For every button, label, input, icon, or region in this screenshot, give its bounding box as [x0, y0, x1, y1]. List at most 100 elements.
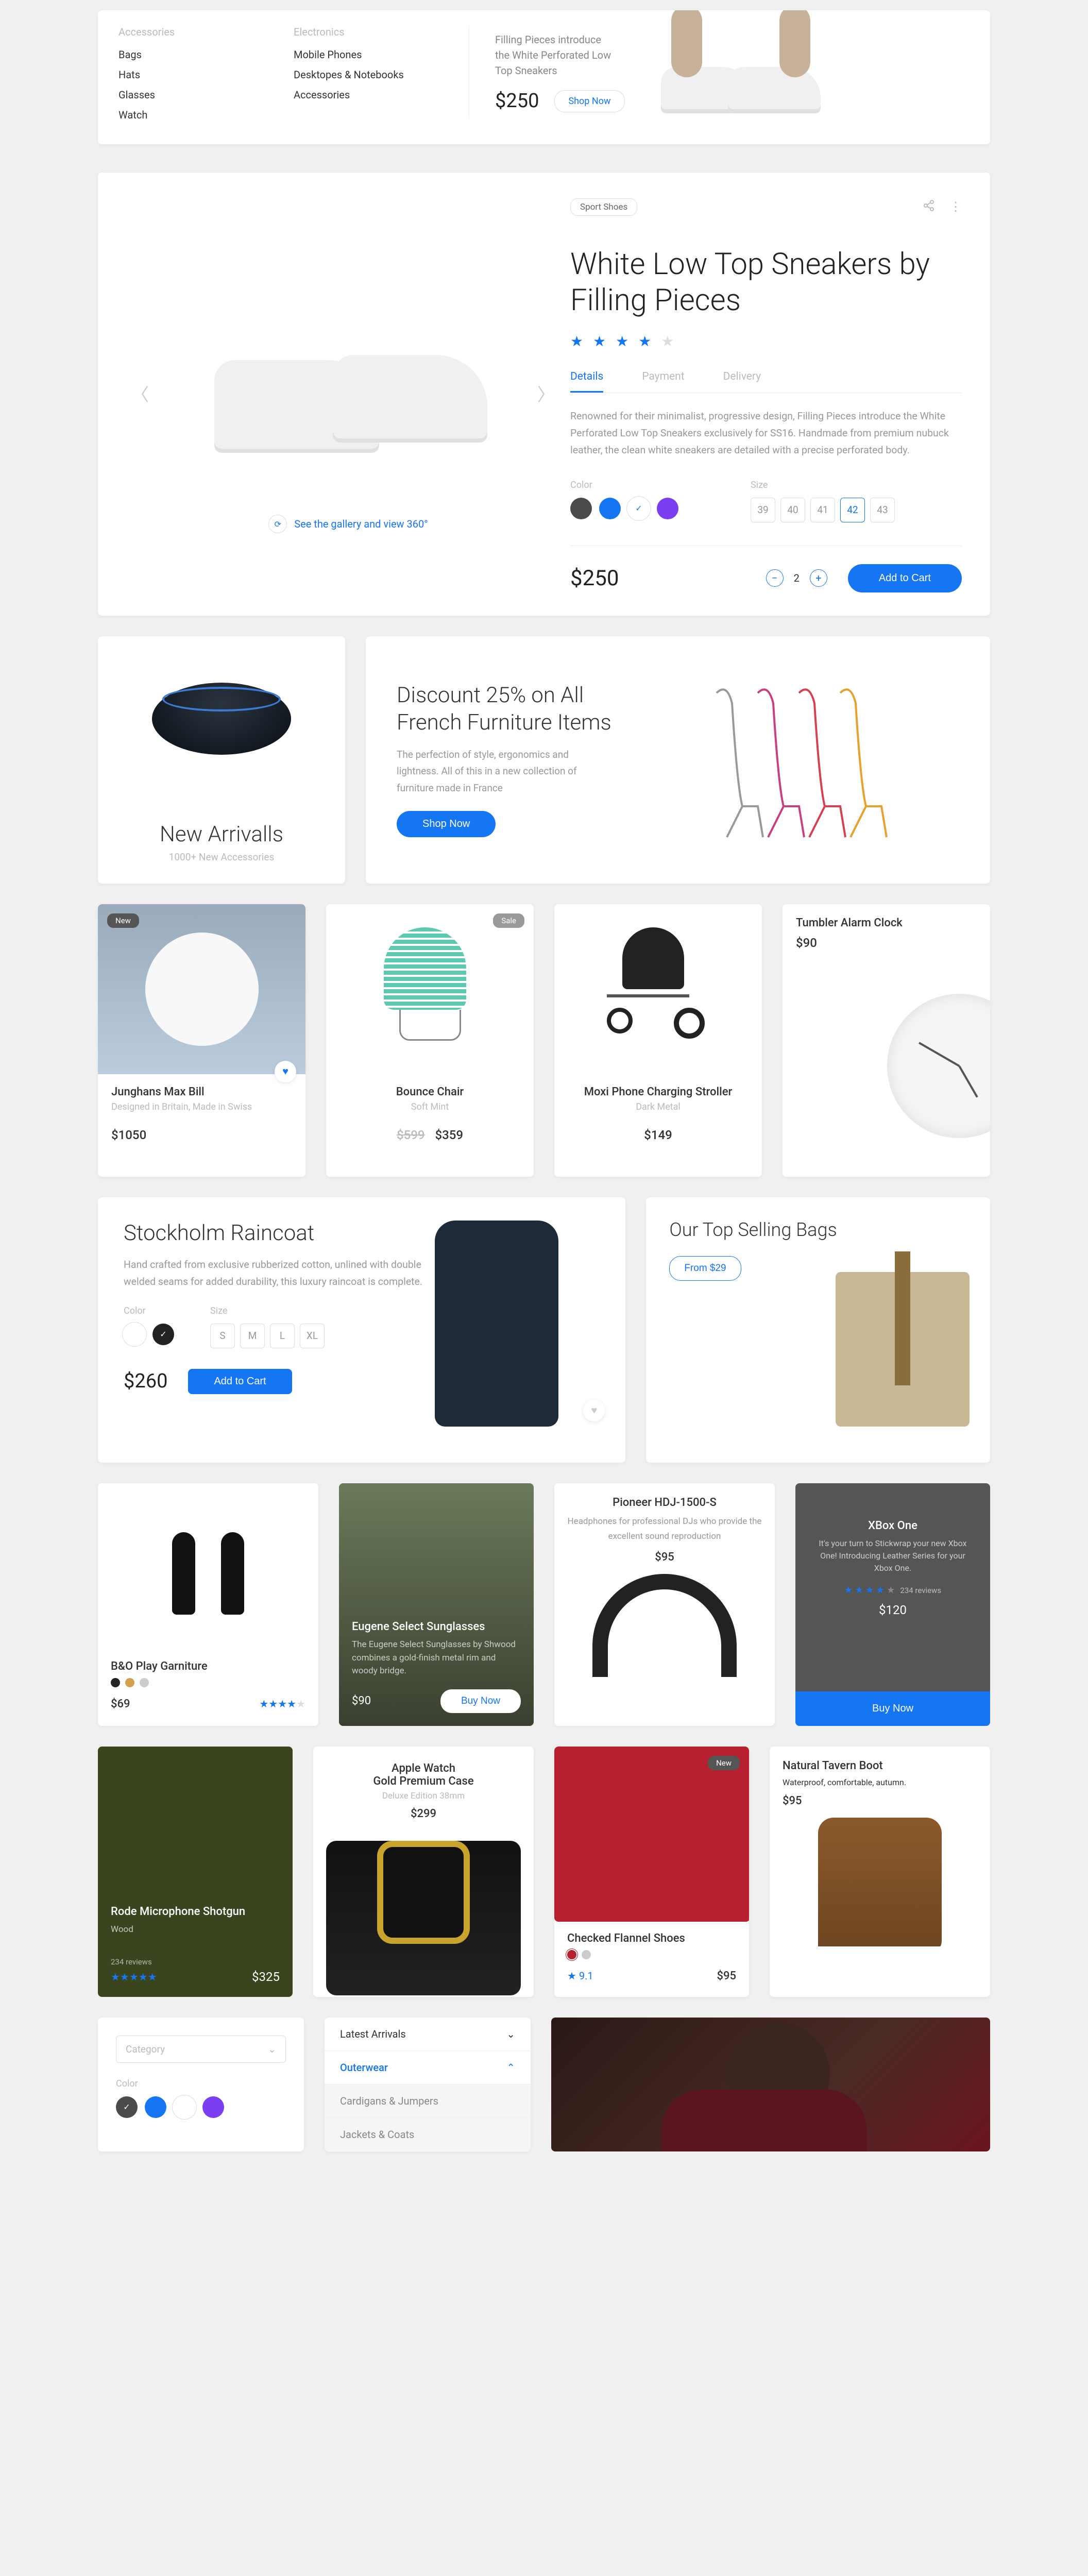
arrivals-title: New Arrivalls [118, 822, 325, 847]
color-swatch-grey-selected[interactable]: ✓ [116, 2096, 138, 2118]
product-card-rode[interactable]: Rode Microphone Shotgun Wood 234 reviews… [98, 1747, 293, 1997]
rating-score: ★ 9.1 [567, 1970, 593, 1982]
card-subtitle: Designed in Britain, Made in Swiss [111, 1101, 292, 1112]
card-price: $69 [111, 1698, 130, 1710]
product-card-applewatch[interactable]: Apple Watch Gold Premium Case Deluxe Edi… [313, 1747, 534, 1997]
new-arrivals-card[interactable]: New Arrivalls 1000+ New Accessories [98, 636, 345, 884]
shop-now-button[interactable]: Shop Now [397, 811, 496, 837]
size-option[interactable]: 41 [810, 498, 835, 522]
add-to-cart-button[interactable]: Add to Cart [848, 564, 962, 592]
qty-value: 2 [794, 572, 800, 584]
size-option[interactable]: 40 [780, 498, 805, 522]
product-card-xbox[interactable]: XBox One It's your turn to Stickwrap you… [795, 1483, 990, 1726]
nav-item[interactable]: Mobile Phones [294, 48, 469, 61]
size-option[interactable]: XL [300, 1324, 325, 1348]
card-title-line1: Apple Watch [326, 1762, 521, 1775]
hero-banner[interactable] [551, 2018, 990, 2151]
color-swatch-grey[interactable] [570, 498, 592, 519]
product-card-headphones[interactable]: Pioneer HDJ-1500-S Headphones for profes… [554, 1483, 775, 1726]
product-card-sunglasses[interactable]: Eugene Select Sunglasses The Eugene Sele… [339, 1483, 534, 1726]
reviews-count: 234 reviews [900, 1586, 941, 1595]
qty-plus-button[interactable]: + [810, 569, 827, 587]
size-option-selected[interactable]: 42 [840, 498, 865, 522]
product-card-boot[interactable]: Natural Tavern Boot Waterproof, comforta… [770, 1747, 990, 1997]
color-swatch-purple[interactable] [202, 2096, 224, 2118]
gallery-next-icon[interactable]: 〉 [532, 376, 560, 411]
card-subtitle: Soft Mint [339, 1101, 520, 1112]
nav-item[interactable]: Desktopes & Notebooks [294, 69, 469, 81]
favorite-icon[interactable]: ♥ [275, 1061, 296, 1082]
from-price-button[interactable]: From $29 [669, 1256, 741, 1281]
card-price: $149 [568, 1128, 749, 1142]
gallery-360-link[interactable]: ⟳ See the gallery and view 360° [268, 515, 428, 533]
size-option[interactable]: S [210, 1324, 235, 1348]
color-dot[interactable] [111, 1678, 120, 1687]
product-card-flannel[interactable]: New Checked Flannel Shoes ★ 9.1 $95 [554, 1747, 749, 1997]
product-card-stroller[interactable]: 〈 〉 Moxi Phone Charging Stroller Dark Me… [554, 904, 762, 1177]
product-card-clock[interactable]: Tumbler Alarm Clock $90 [783, 904, 990, 1177]
favorite-icon[interactable]: ♥ [583, 1400, 605, 1421]
nav-item[interactable]: Hats [118, 69, 294, 81]
gallery-link-label: See the gallery and view 360° [294, 518, 428, 530]
add-to-cart-button[interactable]: Add to Cart [188, 1369, 292, 1394]
size-label: Size [751, 480, 895, 490]
bags-card[interactable]: Our Top Selling Bags From $29 [646, 1197, 990, 1463]
filter-card: Category ⌄ Color ✓ [98, 2018, 304, 2151]
card-title: Moxi Phone Charging Stroller [568, 1086, 749, 1098]
buy-now-button[interactable]: Buy Now [440, 1689, 521, 1713]
color-swatch-black-selected[interactable]: ✓ [152, 1324, 174, 1345]
echo-image [139, 683, 304, 801]
qty-minus-button[interactable]: − [766, 569, 784, 587]
product-info: Sport Shoes ⋮ White Low Top Sneakers by … [570, 198, 962, 592]
accordion-subitem[interactable]: Cardigans & Jumpers [325, 2084, 531, 2118]
color-dot[interactable] [582, 1950, 591, 1959]
card-title: Pioneer HDJ-1500-S [567, 1496, 762, 1509]
product-image [189, 257, 508, 473]
card-price: $95 [717, 1970, 736, 1982]
product-card-chair[interactable]: Sale Bounce Chair Soft Mint $599$359 [326, 904, 534, 1177]
buy-now-button[interactable]: Buy Now [795, 1691, 990, 1726]
product-title: White Low Top Sneakers by Filling Pieces [570, 247, 962, 318]
color-swatch-blue[interactable] [145, 2096, 166, 2118]
card-title: Eugene Select Sunglasses [352, 1620, 521, 1633]
product-tag[interactable]: Sport Shoes [570, 198, 637, 216]
nav-item[interactable]: Glasses [118, 89, 294, 101]
nav-item[interactable]: Accessories [294, 89, 469, 101]
accordion-subitem[interactable]: Jackets & Coats [325, 2118, 531, 2151]
color-swatch-white-selected[interactable]: ✓ [628, 498, 650, 519]
gallery-prev-icon[interactable]: 〈 [126, 376, 154, 411]
size-option[interactable]: 39 [751, 498, 775, 522]
size-option[interactable]: L [270, 1324, 295, 1348]
tab-payment[interactable]: Payment [642, 370, 684, 393]
color-swatch-white[interactable] [124, 1324, 145, 1345]
size-option[interactable]: M [240, 1324, 265, 1348]
promo-text-line: Filling Pieces introduce [495, 32, 625, 47]
promo-price: $250 [495, 90, 539, 112]
color-dot[interactable] [140, 1678, 149, 1687]
arrivals-subtitle: 1000+ New Accessories [118, 851, 325, 863]
accordion-item-active[interactable]: Outerwear⌃ [325, 2051, 531, 2084]
rotate-icon: ⟳ [268, 515, 287, 533]
tab-details[interactable]: Details [570, 370, 603, 393]
nav-item[interactable]: Bags [118, 48, 294, 61]
color-dot[interactable] [125, 1678, 134, 1687]
product-card-watch[interactable]: New ♥ Junghans Max Bill Designed in Brit… [98, 904, 305, 1177]
accordion-item[interactable]: Latest Arrivals⌄ [325, 2018, 531, 2051]
nav-item[interactable]: Watch [118, 109, 294, 121]
color-swatch-white[interactable] [174, 2096, 195, 2118]
product-card-beo[interactable]: B&O Play Garniture $69 ★★★★★ [98, 1483, 318, 1726]
color-swatch-blue[interactable] [599, 498, 621, 519]
size-option[interactable]: 43 [870, 498, 895, 522]
shop-now-button[interactable]: Shop Now [554, 90, 624, 112]
more-menu-icon[interactable]: ⋮ [949, 199, 962, 215]
star-rating: ★★★★★ [259, 1698, 305, 1710]
color-dot-selected[interactable] [567, 1950, 576, 1959]
card-desc: The Eugene Select Sunglasses by Shwood c… [352, 1638, 521, 1678]
product-image [783, 1807, 977, 1972]
tab-delivery[interactable]: Delivery [723, 370, 761, 393]
product-gallery: 〈 〉 ⟳ See the gallery and view 360° [126, 198, 570, 592]
color-swatch-purple[interactable] [657, 498, 678, 519]
category-select[interactable]: Category ⌄ [116, 2036, 286, 2063]
share-icon[interactable] [923, 199, 935, 215]
card-price: $90 [783, 936, 990, 950]
